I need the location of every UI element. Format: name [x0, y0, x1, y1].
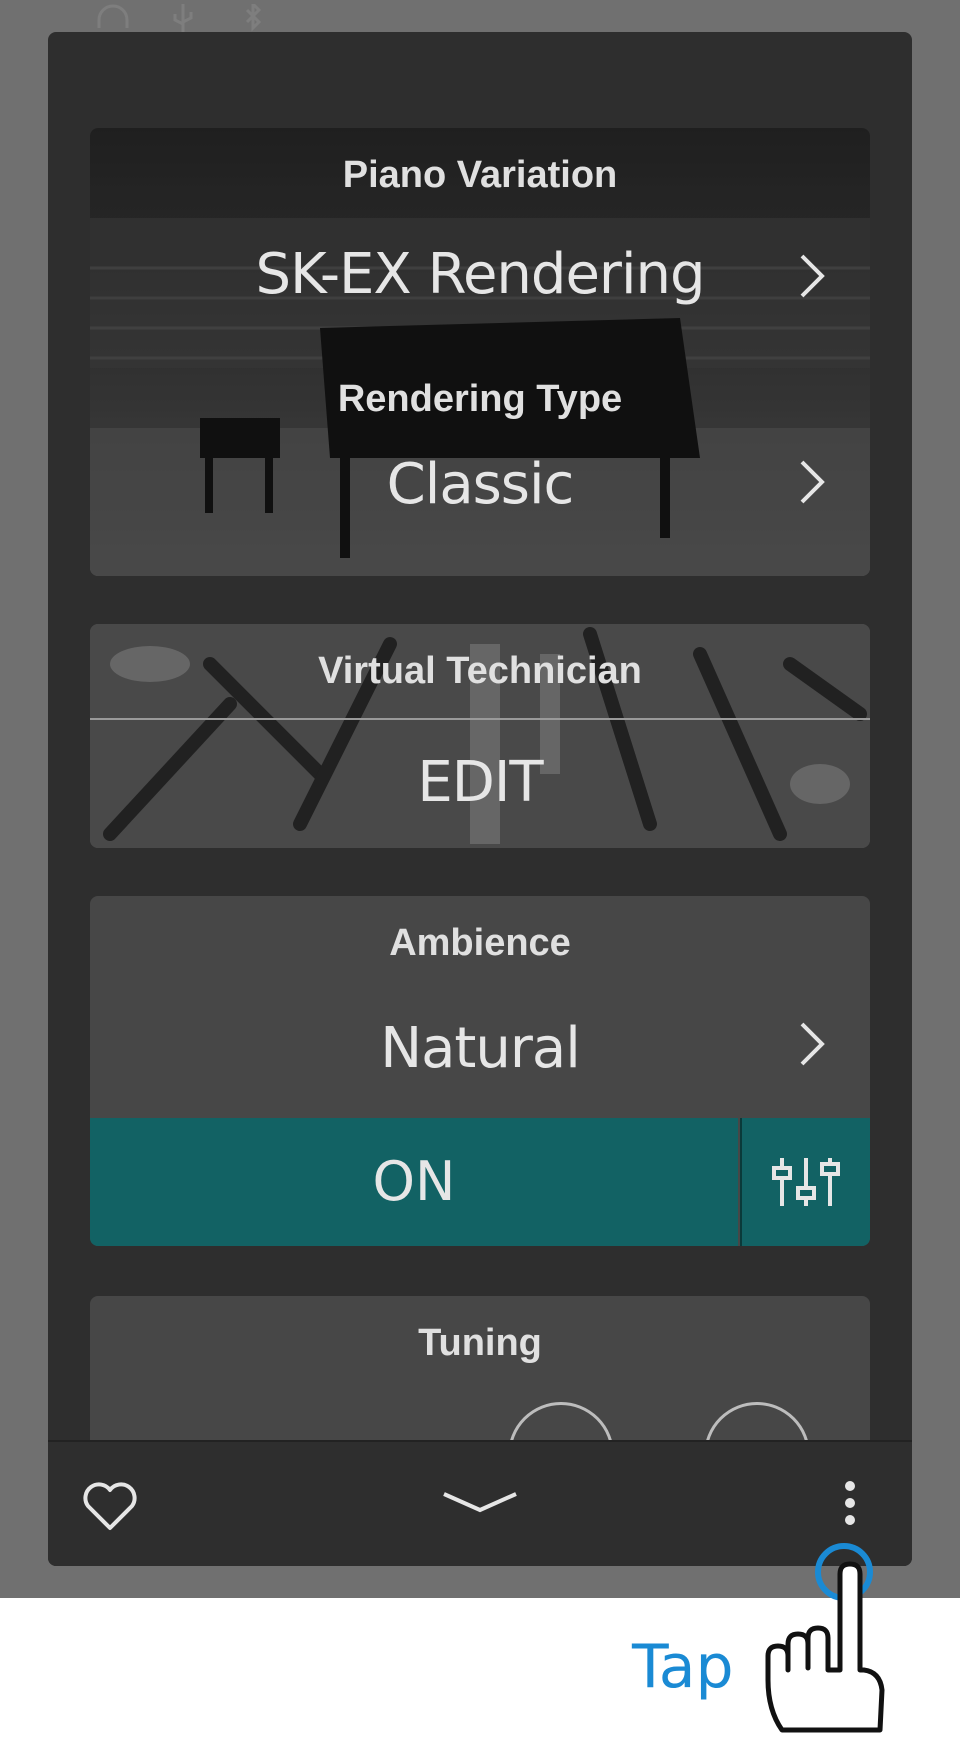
hand-pointer-icon [765, 1561, 885, 1733]
piano-variation-value: SK-EX Rendering [255, 242, 705, 307]
ambience-settings-button[interactable] [740, 1118, 870, 1246]
ambience-value: Natural [380, 1016, 581, 1081]
app-panel: Piano Variation SK-EX Rendering Renderin… [48, 32, 912, 1566]
chevron-right-icon [800, 460, 825, 504]
bluetooth-icon [235, 0, 271, 32]
chevron-right-icon [800, 1022, 825, 1066]
usb-icon [165, 4, 201, 32]
rendering-type-selector[interactable]: Classic [90, 438, 870, 548]
virtual-technician-edit-button[interactable]: EDIT [90, 720, 870, 848]
headphones-icon [95, 4, 131, 32]
virtual-technician-card: Virtual Technician EDIT [90, 624, 870, 848]
more-vertical-icon[interactable] [840, 1478, 860, 1528]
ambience-on-toggle[interactable]: ON [90, 1118, 738, 1246]
rendering-type-label: Rendering Type [337, 378, 623, 420]
piano-variation-label: Piano Variation [342, 154, 618, 196]
piano-variation-card: Piano Variation SK-EX Rendering Renderin… [90, 128, 870, 576]
ambience-type-selector[interactable]: Natural [90, 996, 870, 1116]
virtual-technician-label: Virtual Technician [318, 650, 642, 692]
bottom-toolbar [48, 1440, 912, 1566]
tap-instruction: Tap [632, 1632, 734, 1702]
chevron-right-icon [800, 254, 825, 298]
tuning-label: Tuning [418, 1322, 542, 1364]
chevron-down-icon[interactable] [440, 1488, 520, 1518]
edit-label: EDIT [417, 750, 543, 815]
rendering-type-value: Classic [386, 452, 575, 517]
ambience-label: Ambience [389, 922, 571, 964]
status-bar [95, 0, 271, 32]
heart-icon[interactable] [80, 1480, 140, 1532]
piano-variation-selector[interactable]: SK-EX Rendering [90, 228, 870, 338]
sliders-icon [772, 1158, 840, 1206]
ambience-card: Ambience Natural ON [90, 896, 870, 1246]
